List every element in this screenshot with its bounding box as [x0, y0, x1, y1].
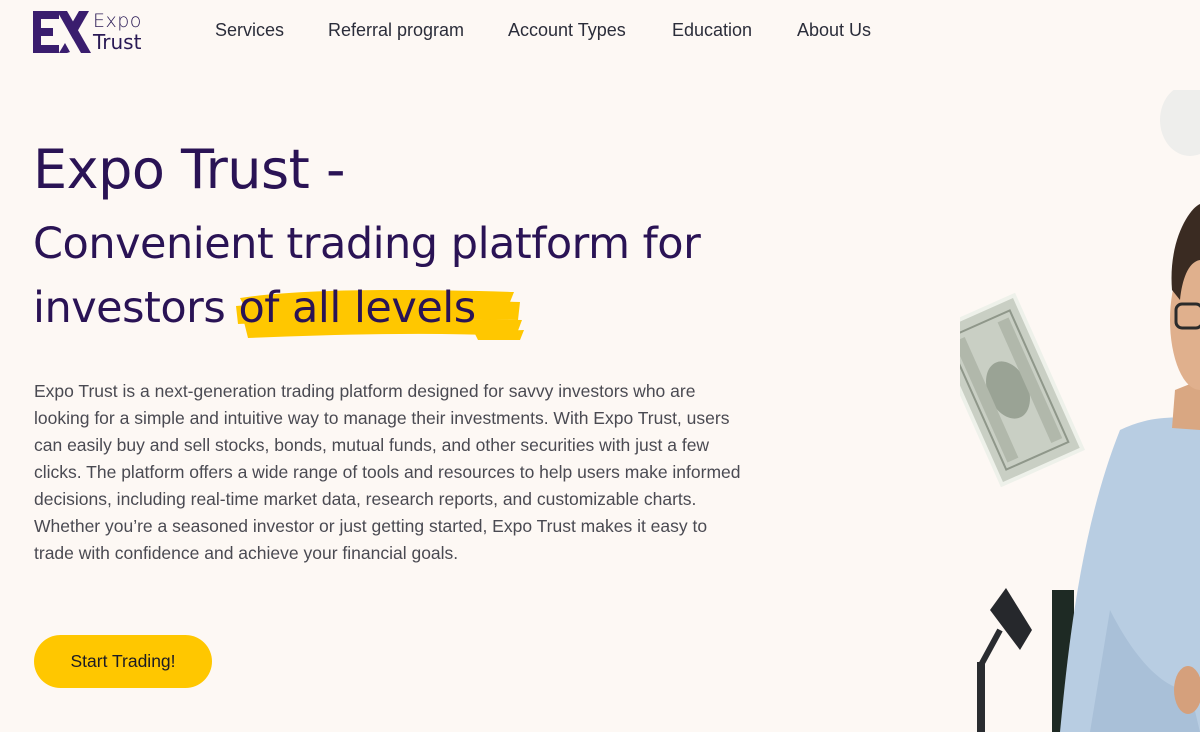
- man-with-banknote-and-desk-lamp: [960, 90, 1200, 732]
- brand-name-line2: Trust: [93, 30, 142, 54]
- start-trading-button[interactable]: Start Trading!: [34, 635, 212, 688]
- brand-name: Expo Trust: [93, 11, 142, 53]
- nav-item-education[interactable]: Education: [672, 20, 752, 41]
- hero-subtitle-highlight: of all levels: [238, 283, 476, 333]
- hero-title: Expo Trust -: [33, 138, 346, 201]
- nav-item-about-us[interactable]: About Us: [797, 20, 871, 41]
- hero-subtitle-highlight-wrap: of all levels: [236, 276, 525, 340]
- hero-subtitle: Convenient trading platform for investor…: [33, 212, 793, 340]
- nav-item-services[interactable]: Services: [215, 20, 284, 41]
- brand-name-line1: Expo: [93, 10, 142, 32]
- expo-trust-logo-icon: [33, 11, 91, 53]
- brand-logo[interactable]: Expo Trust: [33, 10, 163, 54]
- nav-item-account-types[interactable]: Account Types: [508, 20, 626, 41]
- site-header: Expo Trust Services Referral program Acc…: [0, 0, 1200, 64]
- hero-description: Expo Trust is a next-generation trading …: [34, 381, 741, 563]
- nav-item-referral-program[interactable]: Referral program: [328, 20, 464, 41]
